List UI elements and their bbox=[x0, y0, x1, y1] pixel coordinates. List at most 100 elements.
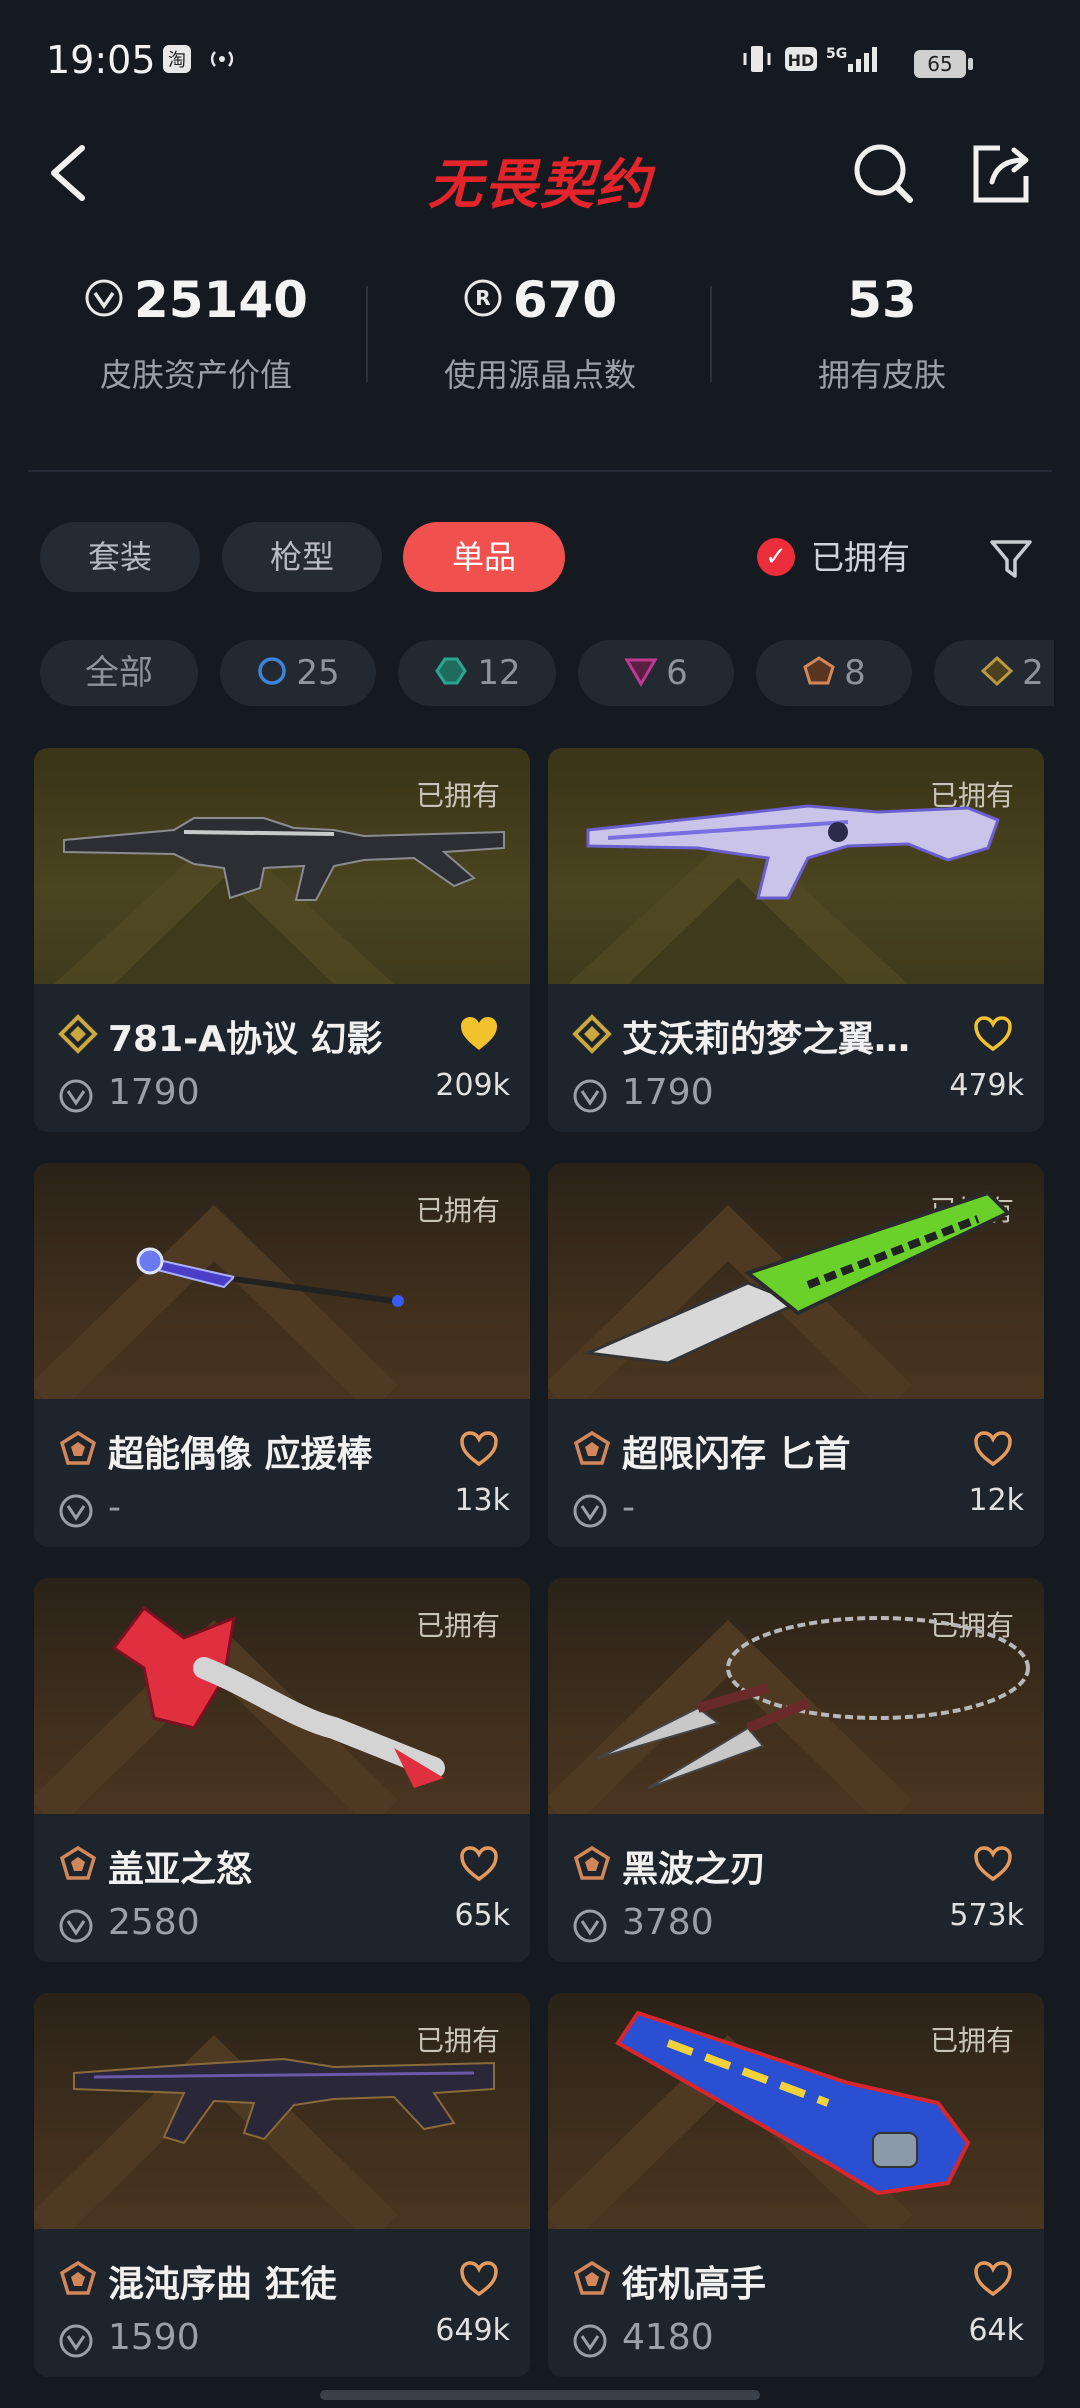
heart-outline-icon[interactable] bbox=[972, 2259, 1014, 2299]
chip-exclusive[interactable]: 6 bbox=[578, 640, 734, 706]
tab-bundles[interactable]: 套装 bbox=[40, 522, 200, 592]
tier-chips: 全部 25 12 6 8 2 bbox=[40, 640, 1054, 706]
chip-deluxe[interactable]: 8 bbox=[756, 640, 912, 706]
heart-filled-icon[interactable] bbox=[458, 1014, 500, 1054]
skin-image: 已拥有 bbox=[34, 748, 530, 984]
skin-price: - bbox=[622, 1487, 635, 1528]
skin-card[interactable]: 已拥有 超能偶像 应援棒 - 13k bbox=[34, 1163, 530, 1547]
owned-skins-count: 53 bbox=[847, 271, 917, 329]
owned-skins-label: 拥有皮肤 bbox=[817, 356, 946, 394]
like-count: 209k bbox=[435, 1068, 510, 1103]
filter-funnel-icon[interactable] bbox=[988, 536, 1034, 582]
vp-icon bbox=[59, 1079, 93, 1113]
skin-card[interactable]: 已拥有 混沌序曲 狂徒 1590 649k bbox=[34, 1993, 530, 2377]
divider bbox=[366, 286, 368, 382]
skin-image: 已拥有 bbox=[34, 1993, 530, 2229]
skin-image: 已拥有 bbox=[548, 748, 1044, 984]
vp-icon bbox=[573, 2324, 607, 2358]
skin-title: 超限闪存 匕首 bbox=[622, 1434, 851, 1475]
skin-image: 已拥有 bbox=[34, 1163, 530, 1399]
chip-all[interactable]: 全部 bbox=[40, 640, 198, 706]
deluxe-tier-icon bbox=[573, 1430, 611, 1465]
battery-indicator: 65 bbox=[914, 50, 973, 78]
chip-deluxe-count: 8 bbox=[844, 653, 866, 693]
skin-price: 1790 bbox=[622, 1072, 714, 1113]
heart-outline-icon[interactable] bbox=[458, 1844, 500, 1884]
skin-card[interactable]: 已拥有 黑波之刃 3780 573k bbox=[548, 1578, 1044, 1962]
vp-icon bbox=[85, 279, 123, 316]
dreamwings-rifle-image bbox=[586, 804, 1000, 900]
skin-image: 已拥有 bbox=[548, 1578, 1044, 1814]
chip-ultra-count: 25 bbox=[296, 653, 340, 693]
skin-info: 艾沃莉的梦之翼… 1790 479k bbox=[548, 984, 1044, 1132]
deluxe-tier-icon bbox=[573, 2260, 611, 2295]
heart-outline-icon[interactable] bbox=[972, 1014, 1014, 1054]
heart-outline-icon[interactable] bbox=[972, 1429, 1014, 1469]
skin-title: 黑波之刃 bbox=[622, 1849, 767, 1890]
deluxe-tier-icon bbox=[803, 655, 835, 684]
search-icon[interactable] bbox=[848, 138, 918, 208]
heart-outline-icon[interactable] bbox=[972, 1844, 1014, 1884]
signal-5g-icon: 5G bbox=[826, 46, 877, 72]
deluxe-tier-icon bbox=[573, 1845, 611, 1880]
skin-card[interactable]: 已拥有 街机高手 4180 64k bbox=[548, 1993, 1044, 2377]
arcade-melee-image bbox=[615, 2010, 971, 2196]
skin-image: 已拥有 bbox=[34, 1578, 530, 1814]
skin-card[interactable]: 已拥有 超限闪存 匕首 - 12k bbox=[548, 1163, 1044, 1547]
home-indicator[interactable] bbox=[320, 2390, 760, 2400]
chip-premium[interactable]: 12 bbox=[398, 640, 556, 706]
status-bar: 19:05 淘 HD 5G 65 bbox=[0, 0, 1080, 120]
skin-price: 1590 bbox=[108, 2317, 200, 2358]
heart-outline-icon[interactable] bbox=[458, 2259, 500, 2299]
skin-title: 街机高手 bbox=[622, 2264, 767, 2305]
tab-weapon-type[interactable]: 枪型 bbox=[222, 522, 382, 592]
owned-filter-toggle[interactable]: ✓ 已拥有 bbox=[757, 532, 910, 584]
vandal-rifle-image bbox=[73, 2057, 495, 2145]
vp-icon bbox=[59, 1494, 93, 1528]
broadcast-icon bbox=[210, 51, 234, 67]
deluxe-tier-icon bbox=[59, 2260, 97, 2295]
asset-value: 25140 bbox=[134, 271, 308, 329]
svg-text:5G: 5G bbox=[826, 46, 847, 62]
gaia-melee-image bbox=[111, 1605, 445, 1788]
stats-row: 25140 皮肤资产价值 R 670 使用源晶点数 53 拥有皮肤 bbox=[0, 268, 1080, 428]
skin-card[interactable]: 已拥有 艾沃莉的梦之翼… 1790 479k bbox=[548, 748, 1044, 1132]
radianite-icon: R bbox=[464, 279, 502, 316]
chip-select[interactable]: 2 bbox=[934, 640, 1054, 706]
skin-price: 4180 bbox=[622, 2317, 714, 2358]
skin-info: 超限闪存 匕首 - 12k bbox=[548, 1399, 1044, 1547]
skin-title: 混沌序曲 狂徒 bbox=[108, 2264, 337, 2305]
svg-text:淘: 淘 bbox=[168, 50, 186, 71]
app-title-logo: 无畏契约 bbox=[428, 153, 652, 216]
share-icon[interactable] bbox=[966, 138, 1036, 208]
ultra-tier-icon bbox=[258, 656, 287, 685]
like-count: 479k bbox=[949, 1068, 1024, 1103]
phantom-rifle-image bbox=[63, 817, 505, 901]
vp-icon bbox=[59, 1909, 93, 1943]
chip-select-count: 2 bbox=[1022, 653, 1044, 693]
dagger-melee-image bbox=[582, 1190, 1012, 1365]
svg-text:R: R bbox=[475, 286, 490, 310]
stat-asset-value: 25140 皮肤资产价值 bbox=[26, 268, 366, 396]
skin-info: 盖亚之怒 2580 65k bbox=[34, 1814, 530, 1962]
like-count: 65k bbox=[454, 1898, 510, 1933]
deluxe-tier-icon bbox=[59, 1430, 97, 1465]
skin-price: - bbox=[108, 1487, 121, 1528]
asset-value-label: 皮肤资产价值 bbox=[99, 356, 292, 394]
select-tier-icon bbox=[572, 1014, 612, 1054]
skin-card[interactable]: 已拥有 盖亚之怒 2580 65k bbox=[34, 1578, 530, 1962]
skin-title: 艾沃莉的梦之翼… bbox=[622, 1019, 911, 1060]
top-nav: 无畏契约 bbox=[0, 120, 1080, 230]
chip-ultra[interactable]: 25 bbox=[220, 640, 376, 706]
skin-card[interactable]: 已拥有 781-A协议 幻影 1790 209k bbox=[34, 748, 530, 1132]
skin-title: 超能偶像 应援棒 bbox=[108, 1434, 373, 1475]
heart-outline-icon[interactable] bbox=[458, 1429, 500, 1469]
select-tier-icon bbox=[980, 655, 1014, 686]
exclusive-tier-icon bbox=[624, 658, 658, 687]
skin-price: 3780 bbox=[622, 1902, 714, 1943]
stat-owned-skins: 53 拥有皮肤 bbox=[712, 268, 1052, 396]
tab-single-items[interactable]: 单品 bbox=[403, 522, 565, 592]
skin-info: 黑波之刃 3780 573k bbox=[548, 1814, 1044, 1962]
skin-info: 781-A协议 幻影 1790 209k bbox=[34, 984, 530, 1132]
deluxe-tier-icon bbox=[59, 1845, 97, 1880]
